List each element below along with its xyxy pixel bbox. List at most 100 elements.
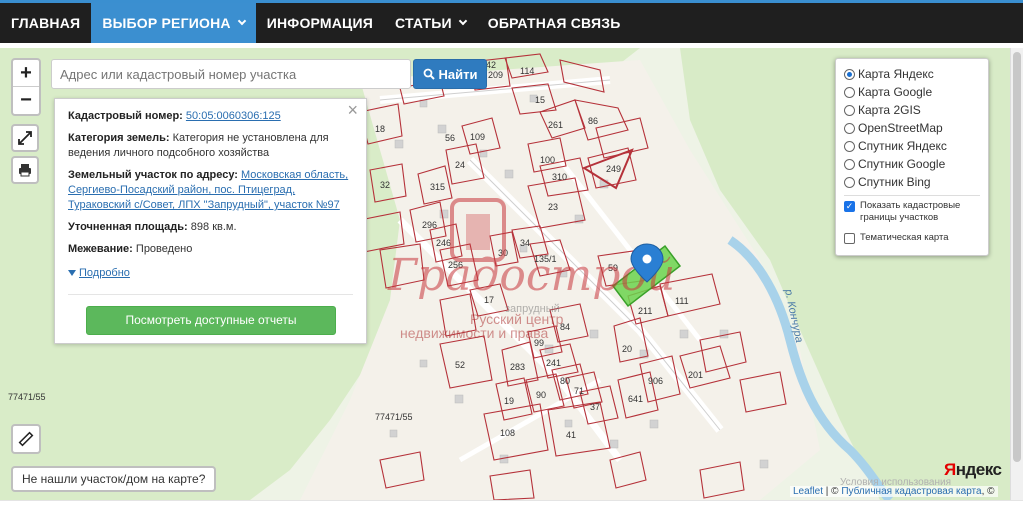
details-toggle[interactable]: Подробно: [68, 264, 353, 281]
svg-text:114: 114: [520, 66, 534, 76]
svg-text:108: 108: [500, 428, 515, 438]
address-label: Земельный участок по адресу:: [68, 169, 238, 181]
area-row: Уточненная площадь: 898 кв.м.: [68, 220, 353, 235]
details-link[interactable]: Подробно: [79, 266, 130, 281]
svg-text:80: 80: [560, 376, 570, 386]
svg-text:77471/55: 77471/55: [8, 392, 46, 402]
svg-text:недвижимости и права: недвижимости и права: [400, 325, 548, 341]
svg-text:32: 32: [380, 180, 390, 190]
layer-option-google-satellite[interactable]: Спутник Google: [844, 155, 980, 173]
parcel-info-popup: × Кадастровый номер: 50:05:0060306:125 К…: [54, 98, 367, 344]
toggle-cadastral-borders[interactable]: ✓ Показать кадастровые границы участков: [844, 200, 980, 224]
svg-text:77471/55: 77471/55: [375, 412, 413, 422]
triangle-down-icon: [68, 270, 76, 276]
print-button[interactable]: [11, 156, 39, 184]
svg-text:249: 249: [606, 164, 621, 174]
nav-home[interactable]: ГЛАВНАЯ: [0, 3, 91, 43]
radio-icon[interactable]: [844, 140, 855, 152]
measure-button[interactable]: [11, 424, 41, 454]
layer-label: Спутник Яндекс: [858, 139, 947, 153]
attribution-tail: , ©: [981, 486, 995, 497]
survey-label: Межевание:: [68, 243, 133, 255]
layer-option-osm[interactable]: OpenStreetMap: [844, 119, 980, 137]
divider: [68, 294, 353, 295]
svg-text:86: 86: [588, 116, 598, 126]
zoom-out-button[interactable]: −: [13, 87, 39, 114]
attribution-separator: | ©: [823, 486, 842, 497]
layer-label: OpenStreetMap: [858, 121, 943, 135]
scrollbar-thumb[interactable]: [1013, 52, 1021, 462]
radio-icon[interactable]: [844, 68, 855, 80]
expand-icon: [18, 131, 32, 145]
radio-icon[interactable]: [844, 104, 855, 116]
svg-text:15: 15: [535, 95, 545, 105]
zoom-control: + −: [11, 58, 41, 116]
zoom-in-button[interactable]: +: [13, 60, 39, 87]
category-label: Категория земель:: [68, 132, 170, 144]
search-icon: [423, 68, 435, 80]
svg-text:315: 315: [430, 182, 445, 192]
radio-icon[interactable]: [844, 122, 855, 134]
nav-feedback[interactable]: ОБРАТНАЯ СВЯЗЬ: [477, 3, 632, 43]
cadastral-row: Кадастровый номер: 50:05:0060306:125: [68, 109, 353, 124]
layer-option-bing-satellite[interactable]: Спутник Bing: [844, 173, 980, 191]
svg-text:19: 19: [504, 396, 514, 406]
checkbox-checked-icon[interactable]: ✓: [844, 201, 855, 212]
checkbox-label: Показать кадастровые границы участков: [860, 200, 961, 223]
svg-text:246: 246: [436, 238, 451, 248]
view-reports-button[interactable]: Посмотреть доступные отчеты: [86, 306, 336, 335]
nav-articles[interactable]: СТАТЬИ: [384, 3, 477, 43]
printer-icon: [19, 164, 31, 177]
close-icon[interactable]: ×: [347, 101, 358, 119]
svg-text:52: 52: [455, 360, 465, 370]
not-found-button[interactable]: Не нашли участок/дом на карте?: [11, 466, 217, 492]
cadastral-number-link[interactable]: 50:05:0060306:125: [186, 110, 281, 122]
svg-text:100: 100: [540, 155, 555, 165]
layer-label: Спутник Google: [858, 157, 946, 171]
layer-option-2gis-map[interactable]: Карта 2GIS: [844, 101, 980, 119]
toggle-thematic-map[interactable]: Тематическая карта: [844, 232, 980, 244]
address-search-input[interactable]: [51, 59, 411, 89]
cadastral-label: Кадастровый номер:: [68, 110, 183, 122]
svg-text:20: 20: [622, 344, 632, 354]
radio-icon[interactable]: [844, 86, 855, 98]
svg-text:201: 201: [688, 370, 703, 380]
yandex-logo-first: Я: [944, 460, 956, 479]
nav-articles-label: СТАТЬИ: [395, 15, 452, 31]
layer-label: Спутник Bing: [858, 175, 931, 189]
chevron-down-icon: [237, 16, 246, 26]
bottom-strip: [0, 500, 1023, 514]
svg-text:211: 211: [638, 306, 652, 316]
svg-text:90: 90: [536, 390, 546, 400]
layer-label: Карта Google: [858, 85, 933, 99]
layer-option-google-map[interactable]: Карта Google: [844, 83, 980, 101]
svg-text:34: 34: [520, 238, 530, 248]
area-value: 898 кв.м.: [190, 221, 237, 233]
svg-text:24: 24: [455, 160, 465, 170]
svg-text:37: 37: [590, 402, 600, 412]
fullscreen-button[interactable]: [11, 124, 39, 152]
chevron-down-icon: [458, 16, 467, 26]
nav-region[interactable]: ВЫБОР РЕГИОНА: [91, 3, 256, 43]
area-label: Уточненная площадь:: [68, 221, 188, 233]
nav-info[interactable]: ИНФОРМАЦИЯ: [256, 3, 384, 43]
layer-label: Карта Яндекс: [858, 67, 934, 81]
search-button[interactable]: Найти: [413, 59, 487, 89]
main-navbar: ГЛАВНАЯ ВЫБОР РЕГИОНА ИНФОРМАЦИЯ СТАТЬИ …: [0, 3, 1023, 43]
checkbox-label: Тематическая карта: [860, 232, 949, 243]
svg-text:241: 241: [546, 358, 561, 368]
svg-text:23: 23: [548, 202, 558, 212]
radio-icon[interactable]: [844, 158, 855, 170]
page-scrollbar[interactable]: [1010, 48, 1023, 500]
radio-icon[interactable]: [844, 176, 855, 188]
svg-text:209: 209: [488, 70, 503, 80]
checkbox-icon[interactable]: [844, 233, 855, 244]
svg-text:261: 261: [548, 120, 563, 130]
layer-option-yandex-map[interactable]: Карта Яндекс: [844, 65, 980, 83]
leaflet-link[interactable]: Leaflet: [793, 486, 823, 497]
divider: [844, 195, 980, 196]
layer-option-yandex-satellite[interactable]: Спутник Яндекс: [844, 137, 980, 155]
svg-text:296: 296: [422, 220, 437, 230]
cadastral-map-link[interactable]: Публичная кадастровая карта: [841, 486, 981, 497]
yandex-logo: Яндекс: [944, 460, 1002, 480]
